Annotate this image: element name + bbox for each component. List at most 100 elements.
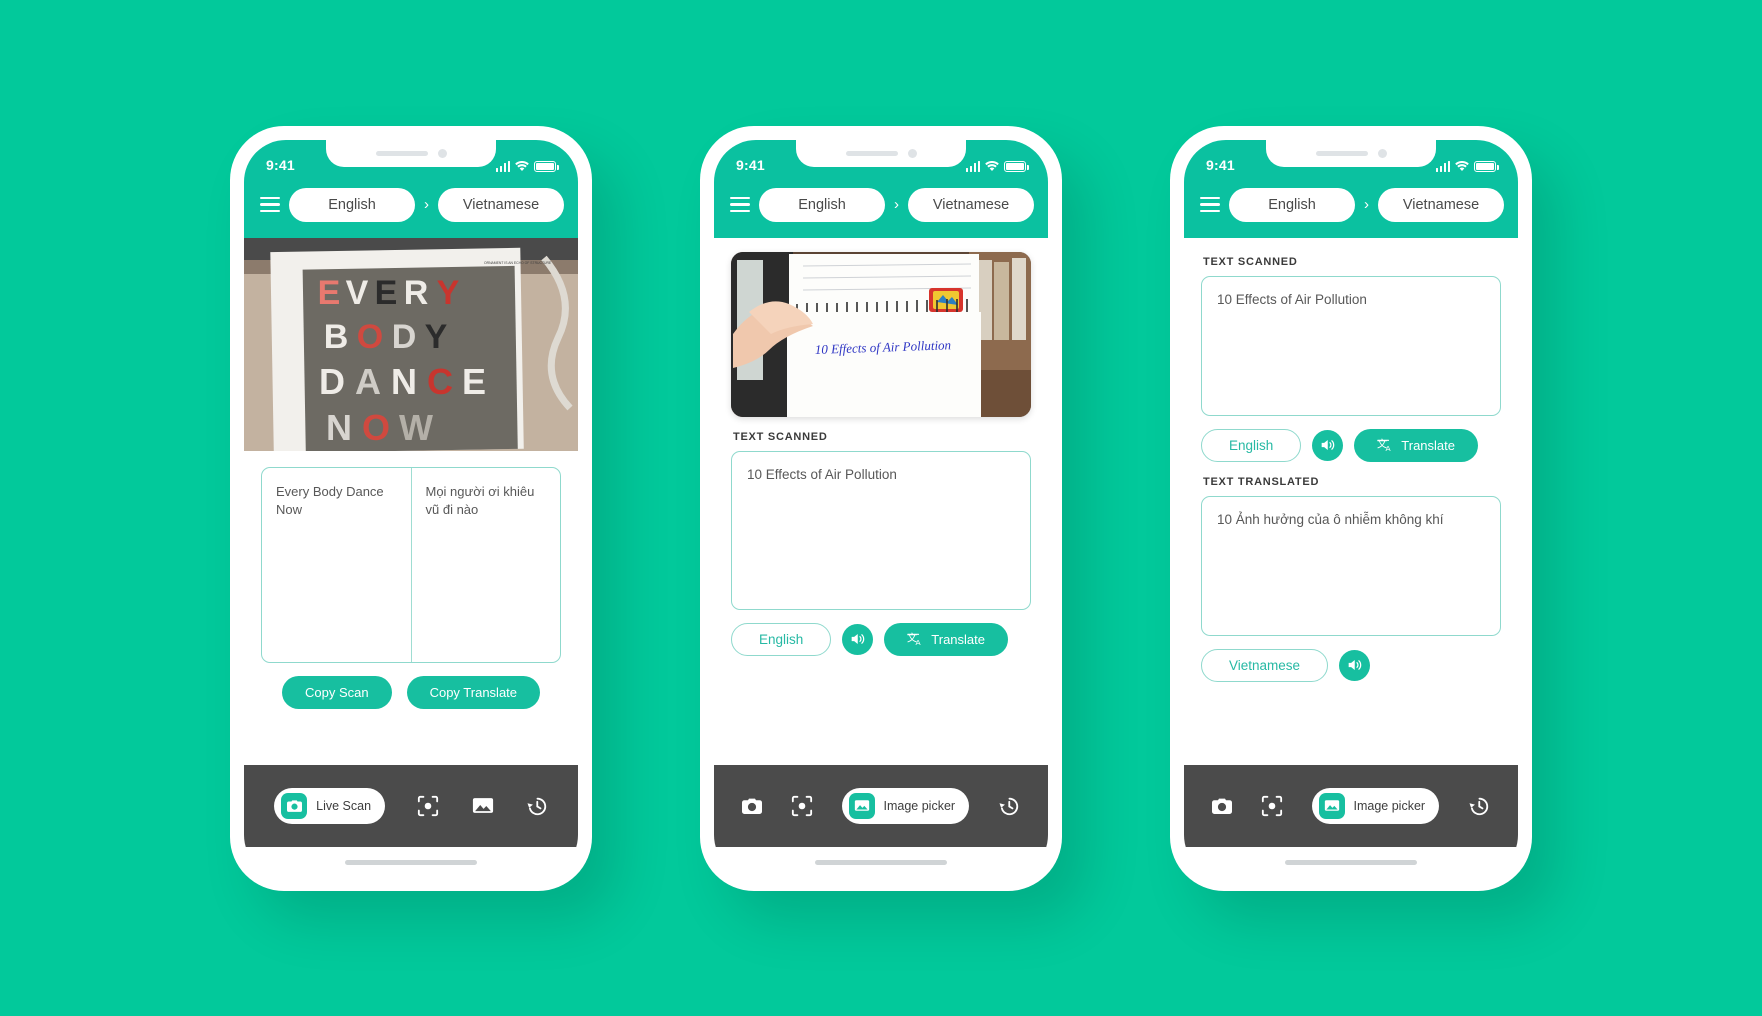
image-icon <box>1318 792 1345 819</box>
phone-translation-result: 9:41 English › Vietnamese TEXT SCANNED 1… <box>1170 125 1532 891</box>
speak-translated-button[interactable] <box>1339 649 1371 681</box>
home-indicator-area <box>714 846 1048 877</box>
svg-text:ORNAMENT IS AN ECHO OF STRUCTU: ORNAMENT IS AN ECHO OF STRUCTURE <box>484 261 552 265</box>
phone-notch <box>796 139 966 167</box>
earpiece-speaker <box>375 150 428 156</box>
scan-action-row: English 文 A Translate <box>1201 428 1501 462</box>
translated-section-label: TEXT TRANSLATED <box>1203 475 1320 488</box>
speak-scanned-button[interactable] <box>842 623 874 655</box>
bottom-nav: Live Scan <box>244 764 578 847</box>
svg-text:W: W <box>399 407 433 448</box>
translate-icon: 文 A <box>907 631 924 647</box>
home-indicator-area <box>244 846 578 877</box>
nav-scan-frame[interactable] <box>791 795 813 817</box>
front-camera-dot <box>907 148 917 158</box>
home-indicator <box>815 859 947 865</box>
chevron-right-icon: › <box>1364 196 1369 213</box>
nav-scan-frame[interactable] <box>1261 795 1283 817</box>
svg-text:Y: Y <box>425 318 448 356</box>
hamburger-menu-icon[interactable] <box>730 196 750 213</box>
svg-text:O: O <box>362 407 390 448</box>
copy-translate-button[interactable]: Copy Translate <box>406 675 541 709</box>
nav-history[interactable] <box>526 795 548 817</box>
hamburger-menu-icon[interactable] <box>1200 196 1220 213</box>
signal-icon <box>965 160 980 172</box>
nav-live-scan[interactable] <box>742 797 763 814</box>
status-bar: 9:41 <box>714 139 1048 180</box>
target-language-selector[interactable]: Vietnamese <box>908 187 1034 222</box>
status-bar: 9:41 <box>244 139 578 180</box>
top-bar: 9:41 English › Vietnamese <box>1184 139 1518 238</box>
translate-button-label: Translate <box>931 631 985 647</box>
nav-image-picker[interactable]: Image picker <box>841 787 970 824</box>
translate-button[interactable]: 文 A Translate <box>1354 428 1478 462</box>
nav-image-picker[interactable]: Image picker <box>1311 787 1440 824</box>
translated-text-column[interactable]: Mọi người ơi khiêu vũ đi nào <box>410 467 561 662</box>
nav-history[interactable] <box>998 795 1020 817</box>
source-language-button[interactable]: English <box>1201 428 1302 462</box>
source-language-selector[interactable]: English <box>1229 187 1355 222</box>
history-icon <box>999 797 1018 815</box>
source-language-button[interactable]: English <box>731 622 832 656</box>
translate-icon: 文 A <box>1377 437 1394 453</box>
copy-scan-button[interactable]: Copy Scan <box>281 675 392 709</box>
home-indicator-area <box>1184 846 1518 877</box>
scanned-text-column[interactable]: Every Body Dance Now <box>262 468 411 662</box>
copy-button-row: Copy Scan Copy Translate <box>261 675 561 709</box>
battery-icon <box>1474 160 1499 172</box>
hamburger-menu-icon[interactable] <box>260 196 280 213</box>
scan-action-row: English 文 A Translate <box>731 622 1031 656</box>
status-time: 9:41 <box>736 156 765 173</box>
chevron-right-icon: › <box>894 196 899 213</box>
scan-frame-icon <box>791 795 812 816</box>
svg-text:A: A <box>916 638 922 647</box>
screen: 9:41 English › Vietnamese <box>1184 139 1518 877</box>
battery-icon <box>1004 160 1029 172</box>
phone-live-scan: 9:41 English › Vietnamese E V E R Y B O … <box>230 125 592 891</box>
source-language-selector[interactable]: English <box>289 187 415 222</box>
scan-frame-icon <box>1261 795 1282 816</box>
source-language-selector[interactable]: English <box>759 187 885 222</box>
target-language-selector[interactable]: Vietnamese <box>1378 187 1504 222</box>
svg-text:E: E <box>462 361 486 402</box>
wifi-icon <box>515 160 529 171</box>
speaker-icon <box>1321 440 1335 450</box>
scanned-text-box[interactable]: 10 Effects of Air Pollution <box>731 450 1031 610</box>
camera-icon <box>281 792 308 819</box>
scanned-text-box[interactable]: 10 Effects of Air Pollution <box>1201 275 1501 416</box>
svg-text:O: O <box>357 318 383 356</box>
scan-frame-icon <box>418 795 439 816</box>
svg-text:D: D <box>392 318 417 356</box>
magazine-typography-photo: E V E R Y B O D Y D A N C E N O W ORNAME… <box>244 237 578 451</box>
nav-image-picker-label: Image picker <box>1353 798 1426 813</box>
top-bar: 9:41 English › Vietnamese <box>244 139 578 238</box>
target-language-selector[interactable]: Vietnamese <box>438 187 564 222</box>
speak-scanned-button[interactable] <box>1312 429 1344 461</box>
nav-history[interactable] <box>1468 795 1490 817</box>
language-bar: English › Vietnamese <box>1184 180 1518 238</box>
home-indicator <box>345 859 477 865</box>
svg-text:A: A <box>355 361 381 402</box>
svg-text:B: B <box>324 318 349 356</box>
nav-scan-frame[interactable] <box>417 795 439 817</box>
translate-button[interactable]: 文 A Translate <box>884 622 1008 656</box>
nav-image-picker[interactable] <box>472 796 494 815</box>
picked-image-card[interactable]: 10 Effects of Air Pollution <box>731 251 1031 417</box>
target-language-button[interactable]: Vietnamese <box>1201 648 1329 682</box>
nav-live-scan[interactable] <box>1212 797 1233 814</box>
phone-notch <box>1266 139 1436 167</box>
status-bar: 9:41 <box>1184 139 1518 180</box>
status-time: 9:41 <box>1206 156 1235 173</box>
svg-text:Y: Y <box>437 274 460 312</box>
wifi-icon <box>1455 160 1469 171</box>
image-icon <box>472 798 493 813</box>
svg-text:R: R <box>404 274 429 312</box>
svg-text:D: D <box>319 361 345 402</box>
content-area: E V E R Y B O D Y D A N C E N O W ORNAME… <box>244 237 578 765</box>
camera-icon <box>742 798 763 814</box>
nav-live-scan[interactable]: Live Scan <box>274 787 386 824</box>
signal-icon <box>1435 160 1450 172</box>
svg-text:E: E <box>318 274 341 312</box>
translated-text-box[interactable]: 10 Ảnh hưởng của ô nhiễm không khí <box>1201 495 1501 636</box>
translate-action-row: Vietnamese <box>1201 648 1501 682</box>
